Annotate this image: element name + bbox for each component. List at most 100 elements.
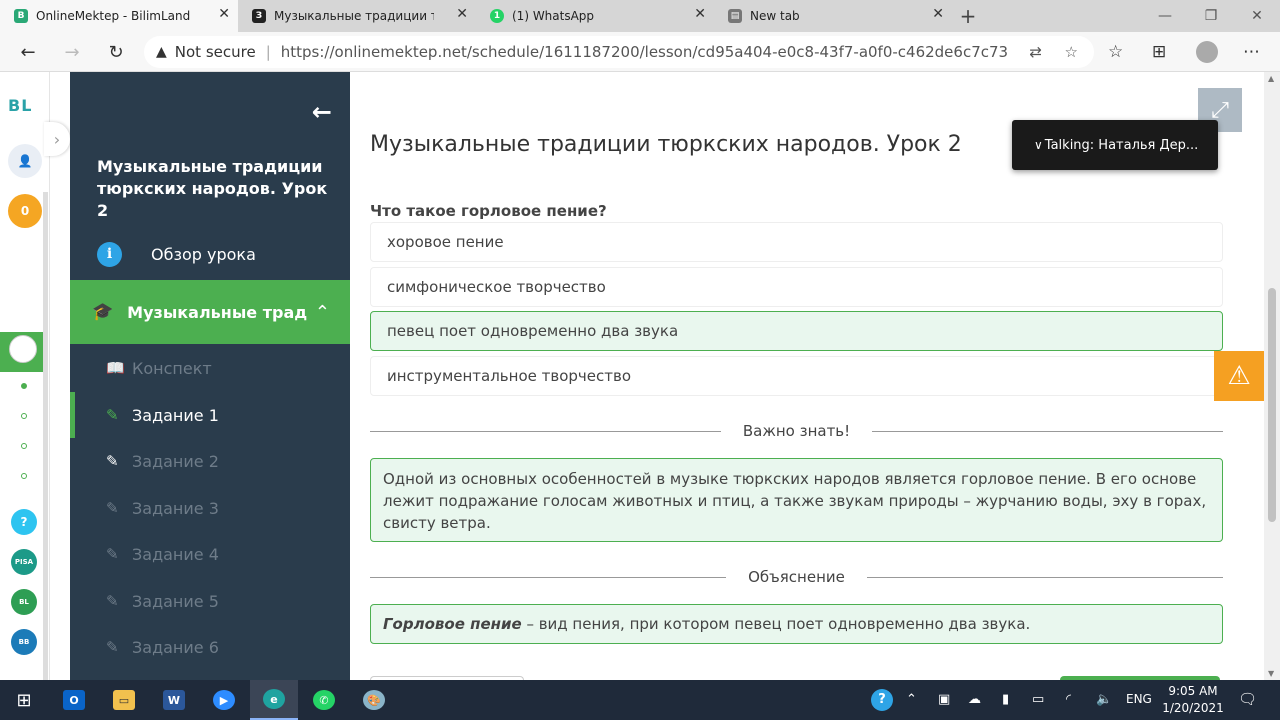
close-icon[interactable]: ✕ bbox=[456, 6, 468, 22]
divider-line bbox=[872, 430, 1224, 432]
language-indicator[interactable]: ENG bbox=[1126, 692, 1152, 706]
progress-dot[interactable] bbox=[21, 473, 27, 479]
close-icon[interactable]: ✕ bbox=[932, 6, 944, 22]
chevron-down-icon: ∨ bbox=[1034, 138, 1043, 152]
collections-icon[interactable]: ⊞ bbox=[1152, 42, 1166, 62]
windows-taskbar: ⊞ O ▭ W ▶ e ✆ 🎨 ? ⌃ ▣ ☁ ▮ ▭ ◜ 🔈 ENG 9:05… bbox=[0, 680, 1280, 720]
edit-icon: ✎ bbox=[106, 452, 119, 470]
sidebar-item-label: Конспект bbox=[132, 358, 212, 378]
sidebar-item-task-6[interactable]: ✎ Задание 6 bbox=[70, 624, 350, 670]
scrollbar-thumb[interactable] bbox=[1268, 288, 1276, 522]
bilimland-app-icon[interactable]: BL bbox=[11, 589, 37, 615]
bilimland-logo[interactable]: BL bbox=[8, 96, 32, 115]
user-avatar[interactable]: 👤 bbox=[8, 144, 42, 178]
scroll-up-icon[interactable]: ▲ bbox=[1268, 74, 1274, 83]
graduation-cap-icon: 🎓 bbox=[92, 302, 114, 322]
favorites-icon[interactable]: ☆ bbox=[1108, 42, 1123, 62]
close-icon[interactable]: ✕ bbox=[218, 6, 230, 22]
scroll-down-icon[interactable]: ▼ bbox=[1268, 669, 1274, 678]
restore-icon[interactable]: ❐ bbox=[1188, 0, 1234, 32]
browser-tab-strip: B OnlineMektep - BilimLand ✕ З Музыкальн… bbox=[0, 0, 1280, 32]
back-arrow-icon[interactable]: ← bbox=[312, 98, 332, 126]
progress-dot[interactable] bbox=[21, 413, 27, 419]
tab-lesson[interactable]: З Музыкальные традиции тюркск ✕ bbox=[238, 0, 476, 32]
onedrive-icon[interactable]: ☁ bbox=[968, 692, 981, 707]
important-heading: Важно знать! bbox=[742, 422, 851, 440]
page-title: Музыкальные традиции тюркских народов. У… bbox=[370, 132, 962, 157]
question-text: Что такое горловое пение? bbox=[370, 202, 607, 220]
answer-option-correct[interactable]: певец поет одновременно два звука bbox=[370, 311, 1223, 351]
sidebar-item-task-4[interactable]: ✎ Задание 4 bbox=[70, 531, 350, 577]
sidebar-item-task-5[interactable]: ✎ Задание 5 bbox=[70, 578, 350, 624]
page-scrollbar[interactable]: ▲ ▼ bbox=[1264, 72, 1280, 680]
close-icon[interactable]: ✕ bbox=[694, 6, 706, 22]
sidebar-item-current-lesson[interactable]: 🎓 Музыкальные традиции тюркски... ⌃ bbox=[70, 280, 350, 344]
edit-icon: ✎ bbox=[106, 406, 119, 424]
sidebar-item-konspekt[interactable]: 📖 Конспект bbox=[70, 345, 350, 391]
tab-title: (1) WhatsApp bbox=[512, 9, 595, 23]
sidebar-item-task-2[interactable]: ✎ Задание 2 bbox=[70, 438, 350, 484]
back-arrow-icon[interactable]: ← bbox=[16, 40, 40, 64]
tab-new[interactable]: ▤ New tab ✕ bbox=[714, 0, 952, 32]
tab-title: New tab bbox=[750, 9, 800, 23]
wifi-icon[interactable]: ◜ bbox=[1066, 692, 1071, 707]
points-badge: 0 bbox=[8, 194, 42, 228]
zoom-icon[interactable]: ▶ bbox=[200, 680, 248, 720]
more-menu-icon[interactable]: ⋯ bbox=[1243, 42, 1260, 62]
progress-dot[interactable] bbox=[21, 383, 27, 389]
progress-dot[interactable] bbox=[21, 443, 27, 449]
whatsapp-icon[interactable]: ✆ bbox=[300, 680, 348, 720]
rail-expand-chevron-icon[interactable]: › bbox=[44, 122, 70, 156]
sidebar-item-task-3[interactable]: ✎ Задание 3 bbox=[70, 485, 350, 531]
refresh-icon[interactable]: ↻ bbox=[104, 40, 128, 64]
sidebar-item-task-1[interactable]: ✎ Задание 1 bbox=[70, 392, 350, 438]
tab-onlinemektep[interactable]: B OnlineMektep - BilimLand ✕ bbox=[0, 0, 238, 32]
chevron-up-icon[interactable]: ⌃ bbox=[906, 692, 917, 707]
notifications-icon[interactable]: 🗨 bbox=[1238, 690, 1257, 708]
sidebar-item-overview[interactable]: i Обзор урока bbox=[70, 232, 350, 276]
tab-whatsapp[interactable]: 1 (1) WhatsApp ✕ bbox=[476, 0, 714, 32]
profile-avatar[interactable] bbox=[1196, 41, 1218, 63]
edge-icon[interactable]: e bbox=[250, 680, 298, 720]
answer-option[interactable]: симфоническое творчество bbox=[370, 267, 1223, 307]
course-logo-icon[interactable] bbox=[9, 335, 37, 363]
usb-icon[interactable]: ▮ bbox=[1002, 692, 1009, 707]
new-tab-button[interactable]: + bbox=[952, 0, 984, 32]
pisa-icon[interactable]: PISA bbox=[11, 549, 37, 575]
sidebar-item-label: Задание 1 bbox=[132, 405, 219, 425]
file-explorer-icon[interactable]: ▭ bbox=[100, 680, 148, 720]
new-tab-favicon-icon: ▤ bbox=[728, 9, 742, 23]
tab-title: OnlineMektep - BilimLand bbox=[36, 9, 191, 23]
chevron-up-icon[interactable]: ⌃ bbox=[315, 302, 330, 323]
minimize-icon[interactable]: — bbox=[1142, 0, 1188, 32]
edit-icon: ✎ bbox=[106, 499, 119, 517]
battery-icon[interactable]: ▭ bbox=[1032, 692, 1044, 707]
report-warning-icon[interactable]: ⚠ bbox=[1214, 351, 1264, 401]
windows-start-icon[interactable]: ⊞ bbox=[0, 680, 48, 720]
edit-icon: ✎ bbox=[106, 592, 119, 610]
meet-now-icon[interactable]: ▣ bbox=[938, 692, 950, 707]
forward-arrow-icon[interactable]: → bbox=[60, 40, 84, 64]
sidebar-item-label: Музыкальные традиции тюркски... bbox=[127, 302, 308, 322]
paint-icon[interactable]: 🎨 bbox=[350, 680, 398, 720]
system-clock[interactable]: 9:05 AM 1/20/2021 bbox=[1158, 683, 1228, 717]
answer-option[interactable]: хоровое пение bbox=[370, 222, 1223, 262]
url-separator: | bbox=[265, 43, 271, 61]
volume-icon[interactable]: 🔈 bbox=[1096, 692, 1112, 707]
star-icon[interactable]: ☆ bbox=[1065, 43, 1078, 61]
bilimbook-icon[interactable]: BB bbox=[11, 629, 37, 655]
warning-icon: ▲ bbox=[156, 44, 167, 60]
lesson-content: Музыкальные традиции тюркских народов. У… bbox=[350, 72, 1264, 680]
rail-scrollbar[interactable] bbox=[43, 192, 48, 680]
window-close-icon[interactable]: ✕ bbox=[1234, 0, 1280, 32]
talking-indicator[interactable]: ∨ Talking: Наталья Дер... bbox=[1012, 120, 1218, 170]
url-bar[interactable]: ▲ Not secure | https://onlinemektep.net /… bbox=[144, 36, 1094, 68]
word-icon[interactable]: W bbox=[150, 680, 198, 720]
url-host: https://onlinemektep.net bbox=[280, 43, 467, 61]
outlook-icon[interactable]: O bbox=[50, 680, 98, 720]
translate-icon[interactable]: ⇄ bbox=[1029, 43, 1042, 61]
help-icon[interactable]: ? bbox=[11, 509, 37, 535]
sidebar-item-label: Обзор урока bbox=[151, 244, 256, 264]
answer-option[interactable]: инструментальное творчество bbox=[370, 356, 1223, 396]
help-tray-icon[interactable]: ? bbox=[871, 689, 893, 711]
